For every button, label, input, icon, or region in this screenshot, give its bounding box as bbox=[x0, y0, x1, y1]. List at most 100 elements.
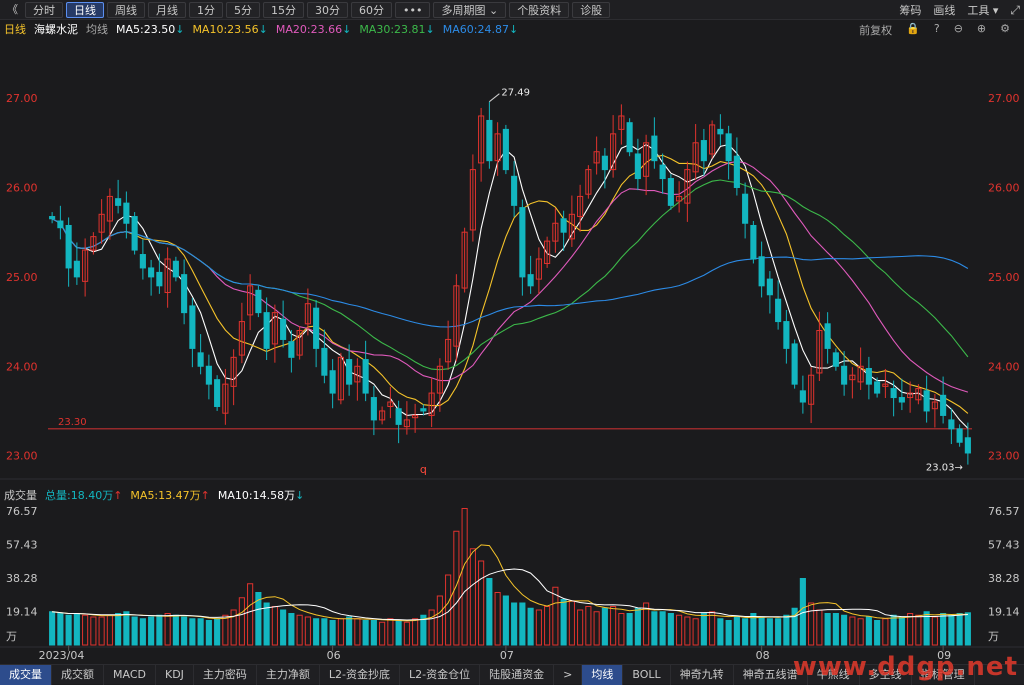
volume-bar bbox=[82, 614, 89, 646]
volume-bar bbox=[742, 618, 749, 646]
volume-bar bbox=[486, 578, 493, 646]
candle-body bbox=[766, 278, 773, 296]
candle-body bbox=[733, 155, 740, 188]
indicator-tab[interactable]: L2-资金仓位 bbox=[400, 664, 481, 685]
volume-bar bbox=[379, 621, 386, 646]
candle-body bbox=[73, 260, 80, 278]
indicator-tab[interactable]: BOLL bbox=[623, 664, 671, 685]
volume-bar bbox=[98, 616, 105, 646]
candle-body bbox=[329, 370, 336, 394]
price-tick-right: 27.00 bbox=[988, 92, 1020, 105]
volume-bar bbox=[882, 618, 889, 646]
volume-bar bbox=[403, 621, 410, 646]
indicator-tab[interactable]: 成交额 bbox=[52, 664, 104, 685]
kline-chart[interactable]: 27.00 27.00 26.00 26.00 25.00 25.00 24.00 24.00… bbox=[0, 0, 1024, 684]
candle-body bbox=[742, 193, 749, 224]
volume-title: 成交量 bbox=[4, 489, 37, 502]
candle-body bbox=[775, 298, 782, 323]
volume-bar bbox=[296, 614, 303, 646]
volume-bar bbox=[940, 613, 947, 646]
candle-body bbox=[874, 381, 881, 394]
candle-body bbox=[502, 128, 509, 171]
indicator-tab[interactable]: L2-资金抄底 bbox=[320, 664, 401, 685]
indicator-tab[interactable]: 成交量 bbox=[0, 664, 52, 685]
volume-bar bbox=[915, 614, 922, 646]
price-tick-right: 25.00 bbox=[988, 271, 1020, 284]
event-marker: q bbox=[420, 463, 427, 476]
candle-body bbox=[148, 267, 155, 278]
volume-total: 总量:18.40万↑ bbox=[45, 487, 122, 503]
candle-body bbox=[205, 365, 212, 385]
candle-body bbox=[841, 365, 848, 385]
ma5-line bbox=[51, 143, 969, 429]
volume-bar bbox=[222, 614, 229, 646]
candle-body bbox=[527, 274, 534, 287]
candle-body bbox=[824, 323, 831, 349]
candle-body bbox=[758, 256, 765, 287]
volume-bar bbox=[494, 592, 501, 646]
candle-body bbox=[750, 224, 757, 260]
candle-body bbox=[865, 368, 872, 385]
volume-bar bbox=[412, 618, 419, 646]
indicator-tab[interactable]: 主力净额 bbox=[257, 664, 320, 685]
ma20-line bbox=[51, 161, 969, 393]
candle-body bbox=[156, 271, 163, 287]
indicator-tab[interactable]: MACD bbox=[104, 664, 156, 685]
x-label: 06 bbox=[327, 649, 341, 662]
indicator-tab[interactable]: 均线 bbox=[582, 664, 624, 685]
volume-bar bbox=[428, 609, 435, 646]
volume-bar bbox=[164, 613, 171, 646]
volume-bar bbox=[733, 616, 740, 646]
volume-bar bbox=[601, 607, 608, 646]
volume-bar bbox=[189, 618, 196, 646]
volume-ma5-text: MA5:13.47万 bbox=[130, 489, 201, 502]
volume-bar bbox=[634, 607, 641, 646]
candle-body bbox=[255, 289, 262, 314]
candle-body bbox=[626, 122, 633, 153]
volume-ma10: MA10:14.58万↓ bbox=[218, 487, 304, 503]
volume-bar bbox=[362, 620, 369, 646]
volume-bar bbox=[502, 595, 509, 646]
volume-bar bbox=[511, 602, 518, 646]
volume-bar bbox=[577, 609, 584, 646]
candle-body bbox=[651, 135, 658, 162]
candle-body bbox=[956, 428, 963, 443]
candle-body bbox=[362, 359, 369, 394]
indicator-tab[interactable]: 陆股通资金 bbox=[480, 664, 555, 685]
volume-bar bbox=[395, 620, 402, 646]
volume-bar bbox=[181, 616, 188, 646]
x-label: 2023/04 bbox=[39, 649, 85, 662]
candle-body bbox=[832, 352, 839, 367]
volume-bar bbox=[346, 616, 353, 646]
volume-tick-left: 19.14 bbox=[6, 606, 38, 619]
volume-bar bbox=[659, 611, 666, 646]
volume-bar bbox=[692, 618, 699, 646]
volume-total-text: 总量:18.40万 bbox=[45, 489, 114, 502]
candle-body bbox=[57, 220, 64, 229]
price-tick-left: 23.00 bbox=[6, 450, 38, 463]
ma10-line bbox=[51, 154, 969, 414]
volume-bar bbox=[709, 611, 716, 646]
volume-bar bbox=[461, 508, 468, 646]
price-tick-left: 26.00 bbox=[6, 181, 38, 194]
volume-tick-right: 19.14 bbox=[988, 606, 1020, 619]
volume-bar bbox=[519, 602, 526, 646]
candle-body bbox=[890, 388, 897, 399]
volume-bar bbox=[139, 618, 146, 646]
volume-bar bbox=[49, 611, 56, 646]
volume-ma10-text: MA10:14.58万 bbox=[217, 489, 296, 502]
volume-bar bbox=[90, 616, 97, 646]
volume-bar bbox=[783, 614, 790, 646]
volume-bar bbox=[387, 618, 394, 646]
volume-bar bbox=[626, 613, 633, 646]
indicator-tab[interactable]: KDJ bbox=[156, 664, 194, 685]
indicator-tab[interactable]: 神奇九转 bbox=[671, 664, 734, 685]
volume-bar bbox=[865, 616, 872, 646]
indicator-tab[interactable]: 主力密码 bbox=[194, 664, 257, 685]
volume-bar bbox=[131, 616, 138, 646]
candle-body bbox=[791, 343, 798, 385]
watermark: www.ddgp.net bbox=[792, 652, 1018, 682]
candle-body bbox=[139, 254, 146, 269]
indicator-tab[interactable]: > bbox=[554, 664, 583, 685]
volume-bar bbox=[560, 599, 567, 646]
